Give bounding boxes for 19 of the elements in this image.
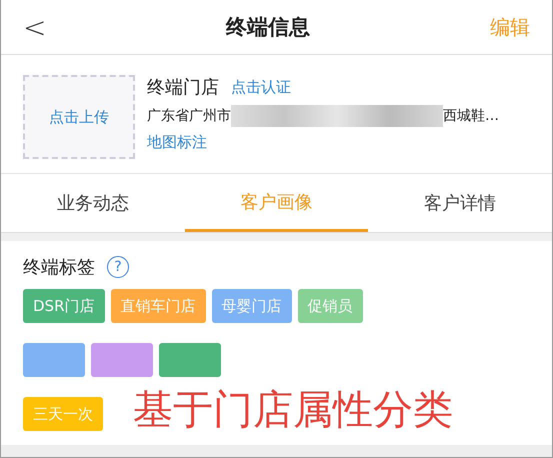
address-text: 广东省广州市: [147, 107, 231, 125]
tab[interactable]: 业务动态: [1, 174, 185, 232]
tag: DSR门店: [23, 289, 104, 323]
annotation-text: 基于门店属性分类: [133, 386, 453, 435]
verify-link[interactable]: 点击认证: [231, 78, 291, 96]
tag: 促销员: [298, 289, 362, 323]
upload-box[interactable]: 点击上传: [23, 75, 135, 159]
back-button[interactable]: <: [23, 10, 46, 44]
map-link[interactable]: 地图标注: [147, 133, 530, 152]
section-title: 终端标签: [23, 256, 95, 279]
address-text: 西城鞋…: [443, 107, 499, 125]
help-icon[interactable]: ?: [107, 256, 129, 278]
tag: 三天一次: [23, 397, 103, 431]
store-name: 终端门店: [147, 76, 219, 99]
edit-button[interactable]: 编辑: [490, 14, 530, 40]
page-title: 终端信息: [226, 14, 310, 41]
tag: 直销车门店: [110, 289, 206, 323]
tag: 母婴门店: [212, 289, 292, 323]
tab[interactable]: 客户详情: [368, 174, 552, 232]
